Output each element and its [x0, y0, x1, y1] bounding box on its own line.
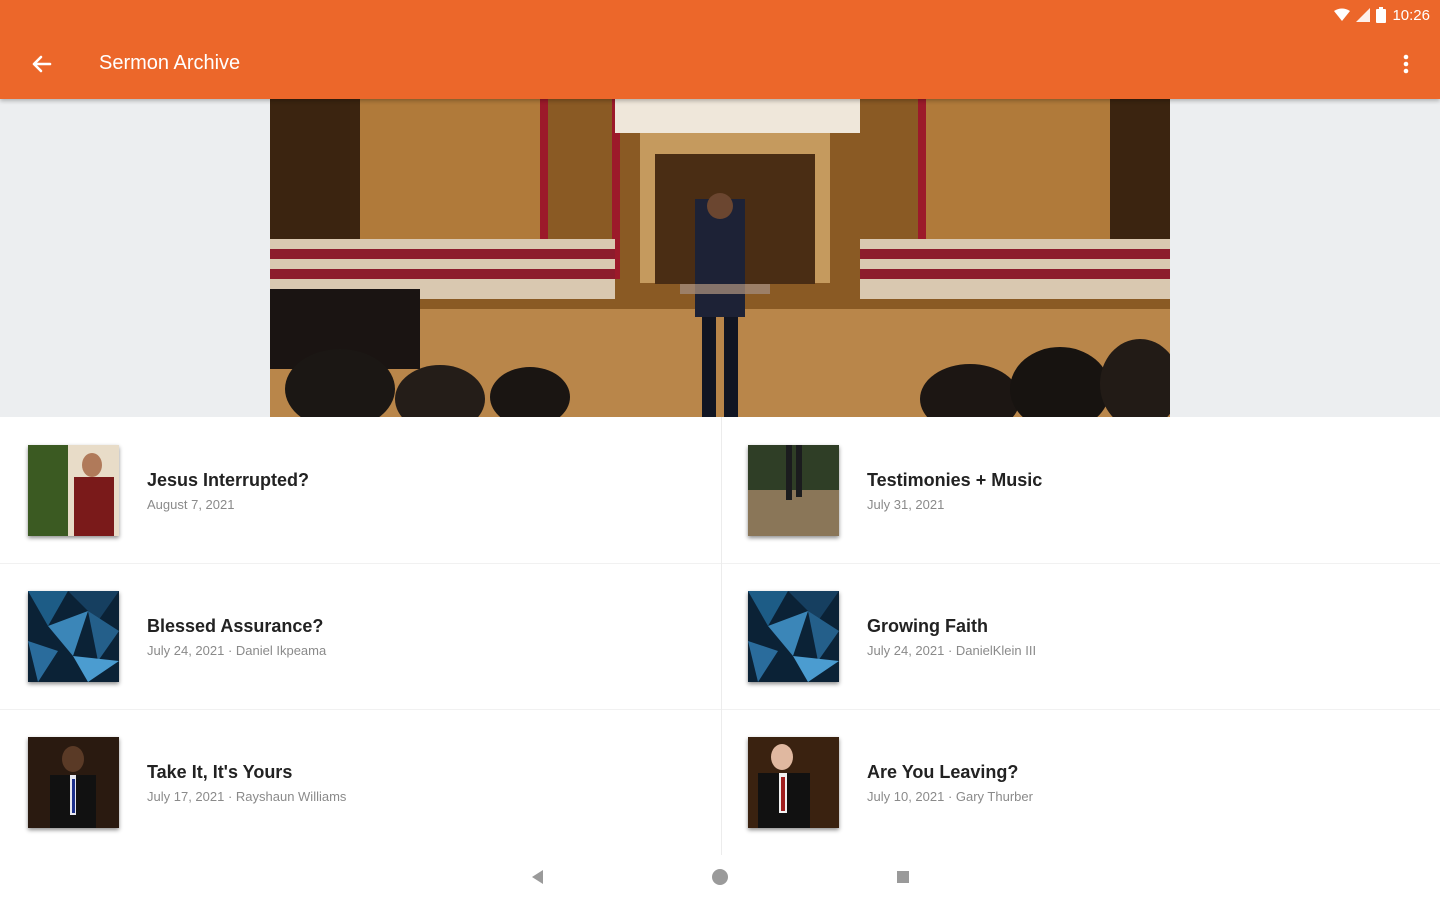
- hero-video-thumbnail[interactable]: [270, 99, 1170, 417]
- sermon-thumbnail: [28, 445, 119, 536]
- sermon-subtitle: July 31, 2021: [867, 497, 945, 512]
- battery-icon: [1376, 7, 1387, 23]
- sermon-item[interactable]: Growing Faith July 24, 2021 · DanielKlei…: [720, 563, 1420, 709]
- sermon-item[interactable]: Blessed Assurance? July 24, 2021 · Danie…: [0, 563, 700, 709]
- speaker-photo: [28, 737, 119, 828]
- sermon-title: Testimonies + Music: [867, 470, 1043, 490]
- forest-path-photo: [748, 445, 839, 536]
- sermon-item[interactable]: Jesus Interrupted? August 7, 2021: [0, 417, 700, 563]
- sermon-item[interactable]: Testimonies + Music July 31, 2021: [720, 417, 1420, 563]
- sermon-thumbnail: [748, 591, 839, 682]
- sermon-title: Are You Leaving?: [867, 762, 1019, 782]
- status-time: 10:26: [1392, 6, 1430, 24]
- sermon-thumbnail: [748, 445, 839, 536]
- status-bar: 10:26: [1334, 4, 1430, 26]
- blue-abstract-image: [748, 591, 839, 682]
- sermon-title: Jesus Interrupted?: [147, 470, 310, 490]
- app-bar: 10:26 Sermon Archive: [0, 0, 1440, 99]
- system-navigation-bar: [0, 855, 1440, 900]
- sermon-title: Take It, It's Yours: [147, 762, 293, 782]
- nav-recents-icon[interactable]: [893, 867, 913, 887]
- more-options-icon[interactable]: [1394, 50, 1418, 78]
- speaker-photo: [28, 445, 119, 536]
- sermon-title: Blessed Assurance?: [147, 616, 324, 636]
- sermon-subtitle: July 24, 2021 · DanielKlein III: [867, 643, 1037, 658]
- nav-back-icon[interactable]: [528, 867, 548, 887]
- sermon-item[interactable]: Are You Leaving? July 10, 2021 · Gary Th…: [720, 709, 1420, 855]
- sermon-subtitle: July 17, 2021 · Rayshaun Williams: [147, 789, 347, 804]
- page-title: Sermon Archive: [99, 52, 241, 74]
- nav-home-icon[interactable]: [710, 867, 730, 887]
- sermon-subtitle: July 10, 2021 · Gary Thurber: [867, 789, 1033, 804]
- sermon-subtitle: July 24, 2021 · Daniel Ikpeama: [147, 643, 327, 658]
- sermon-thumbnail: [748, 737, 839, 828]
- wifi-icon: [1334, 8, 1351, 21]
- sermon-subtitle: August 7, 2021: [147, 497, 235, 512]
- blue-abstract-image: [28, 591, 119, 682]
- signal-icon: [1356, 8, 1371, 22]
- sermon-thumbnail: [28, 737, 119, 828]
- sermon-thumbnail: [28, 591, 119, 682]
- back-arrow-icon[interactable]: [26, 48, 58, 80]
- speaker-photo: [748, 737, 839, 828]
- sermon-item[interactable]: Take It, It's Yours July 17, 2021 · Rays…: [0, 709, 700, 855]
- sanctuary-image: [270, 99, 1170, 417]
- sermon-title: Growing Faith: [867, 616, 988, 636]
